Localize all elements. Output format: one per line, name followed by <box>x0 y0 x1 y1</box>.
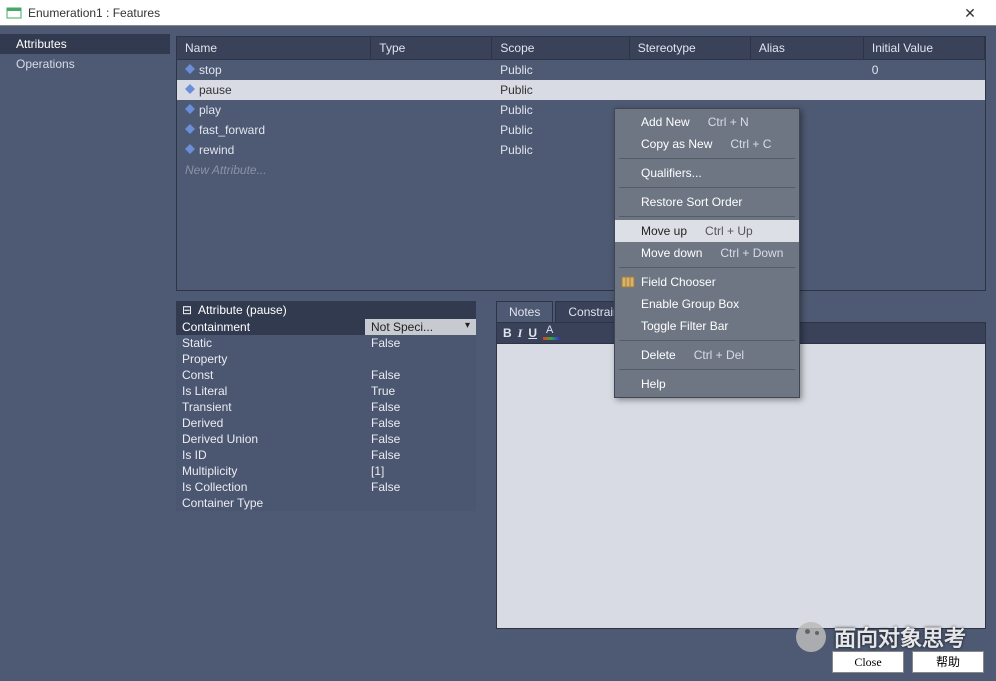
property-row[interactable]: Container Type <box>176 495 476 511</box>
bold-button[interactable]: B <box>503 326 512 340</box>
col-initial[interactable]: Initial Value <box>863 37 984 60</box>
table-row[interactable]: playPublic <box>177 100 985 120</box>
menu-item-help[interactable]: Help <box>615 373 799 395</box>
property-row[interactable]: Is CollectionFalse <box>176 479 476 495</box>
table-row[interactable]: fast_forwardPublic <box>177 120 985 140</box>
watermark: 面向对象思考 <box>796 621 966 653</box>
close-icon[interactable]: ✕ <box>950 1 990 25</box>
attribute-icon <box>185 84 195 94</box>
menu-item-move-up[interactable]: Move upCtrl + Up <box>615 220 799 242</box>
attribute-icon <box>185 144 195 154</box>
property-panel: ⊟ Attribute (pause) ContainmentNot Speci… <box>176 301 476 629</box>
property-row[interactable]: Is IDFalse <box>176 447 476 463</box>
property-row[interactable]: TransientFalse <box>176 399 476 415</box>
menu-separator <box>619 267 795 268</box>
table-row[interactable]: rewindPublic <box>177 140 985 160</box>
attribute-icon <box>185 104 195 114</box>
window-title: Enumeration1 : Features <box>28 6 160 20</box>
col-stereotype[interactable]: Stereotype <box>629 37 750 60</box>
menu-item-move-down[interactable]: Move downCtrl + Down <box>615 242 799 264</box>
menu-separator <box>619 340 795 341</box>
property-header: Attribute (pause) <box>198 303 287 317</box>
table-row[interactable]: pausePublic <box>177 80 985 100</box>
menu-separator <box>619 216 795 217</box>
menu-separator <box>619 369 795 370</box>
underline-button[interactable]: U <box>528 326 537 340</box>
col-type[interactable]: Type <box>371 37 492 60</box>
help-button[interactable]: 帮助 <box>912 651 984 673</box>
footer: Close 帮助 <box>832 651 984 673</box>
menu-item-add-new[interactable]: Add NewCtrl + N <box>615 111 799 133</box>
menu-item-field-chooser[interactable]: Field Chooser <box>615 271 799 293</box>
menu-item-restore-sort-order[interactable]: Restore Sort Order <box>615 191 799 213</box>
col-alias[interactable]: Alias <box>750 37 863 60</box>
menu-item-delete[interactable]: DeleteCtrl + Del <box>615 344 799 366</box>
property-row[interactable]: DerivedFalse <box>176 415 476 431</box>
window-icon <box>6 5 22 21</box>
menu-separator <box>619 158 795 159</box>
watermark-text: 面向对象思考 <box>834 621 966 653</box>
close-button[interactable]: Close <box>832 651 904 673</box>
context-menu: Add NewCtrl + NCopy as NewCtrl + C Qualif… <box>614 108 800 398</box>
property-row[interactable]: ContainmentNot Speci...▾ <box>176 319 476 335</box>
property-row[interactable]: Derived UnionFalse <box>176 431 476 447</box>
menu-separator <box>619 187 795 188</box>
columns-icon <box>621 275 635 289</box>
italic-button[interactable]: I <box>518 326 523 341</box>
tab-notes[interactable]: Notes <box>496 301 553 322</box>
menu-item-qualifiers[interactable]: Qualifiers... <box>615 162 799 184</box>
property-row[interactable]: StaticFalse <box>176 335 476 351</box>
attributes-grid: Name Type Scope Stereotype Alias Initial… <box>176 36 986 291</box>
attribute-icon <box>185 64 195 74</box>
table-row[interactable]: stopPublic0 <box>177 60 985 80</box>
new-attribute-row[interactable]: New Attribute... <box>177 160 985 180</box>
font-color-button[interactable] <box>543 326 559 340</box>
collapse-icon[interactable]: ⊟ <box>182 303 192 317</box>
col-name[interactable]: Name <box>177 37 371 60</box>
property-row[interactable]: Is LiteralTrue <box>176 383 476 399</box>
property-row[interactable]: Property <box>176 351 476 367</box>
chevron-down-icon[interactable]: ▾ <box>465 320 470 331</box>
menu-item-copy-as-new[interactable]: Copy as NewCtrl + C <box>615 133 799 155</box>
menu-item-toggle-filter-bar[interactable]: Toggle Filter Bar <box>615 315 799 337</box>
titlebar: Enumeration1 : Features ✕ <box>0 0 996 26</box>
property-row[interactable]: Multiplicity[1] <box>176 463 476 479</box>
sidebar: Attributes Operations <box>0 26 170 681</box>
sidebar-item-operations[interactable]: Operations <box>0 54 170 74</box>
property-row[interactable]: ConstFalse <box>176 367 476 383</box>
col-scope[interactable]: Scope <box>492 37 629 60</box>
wechat-icon <box>796 622 826 652</box>
sidebar-item-attributes[interactable]: Attributes <box>0 34 170 54</box>
menu-item-enable-group-box[interactable]: Enable Group Box <box>615 293 799 315</box>
attribute-icon <box>185 124 195 134</box>
